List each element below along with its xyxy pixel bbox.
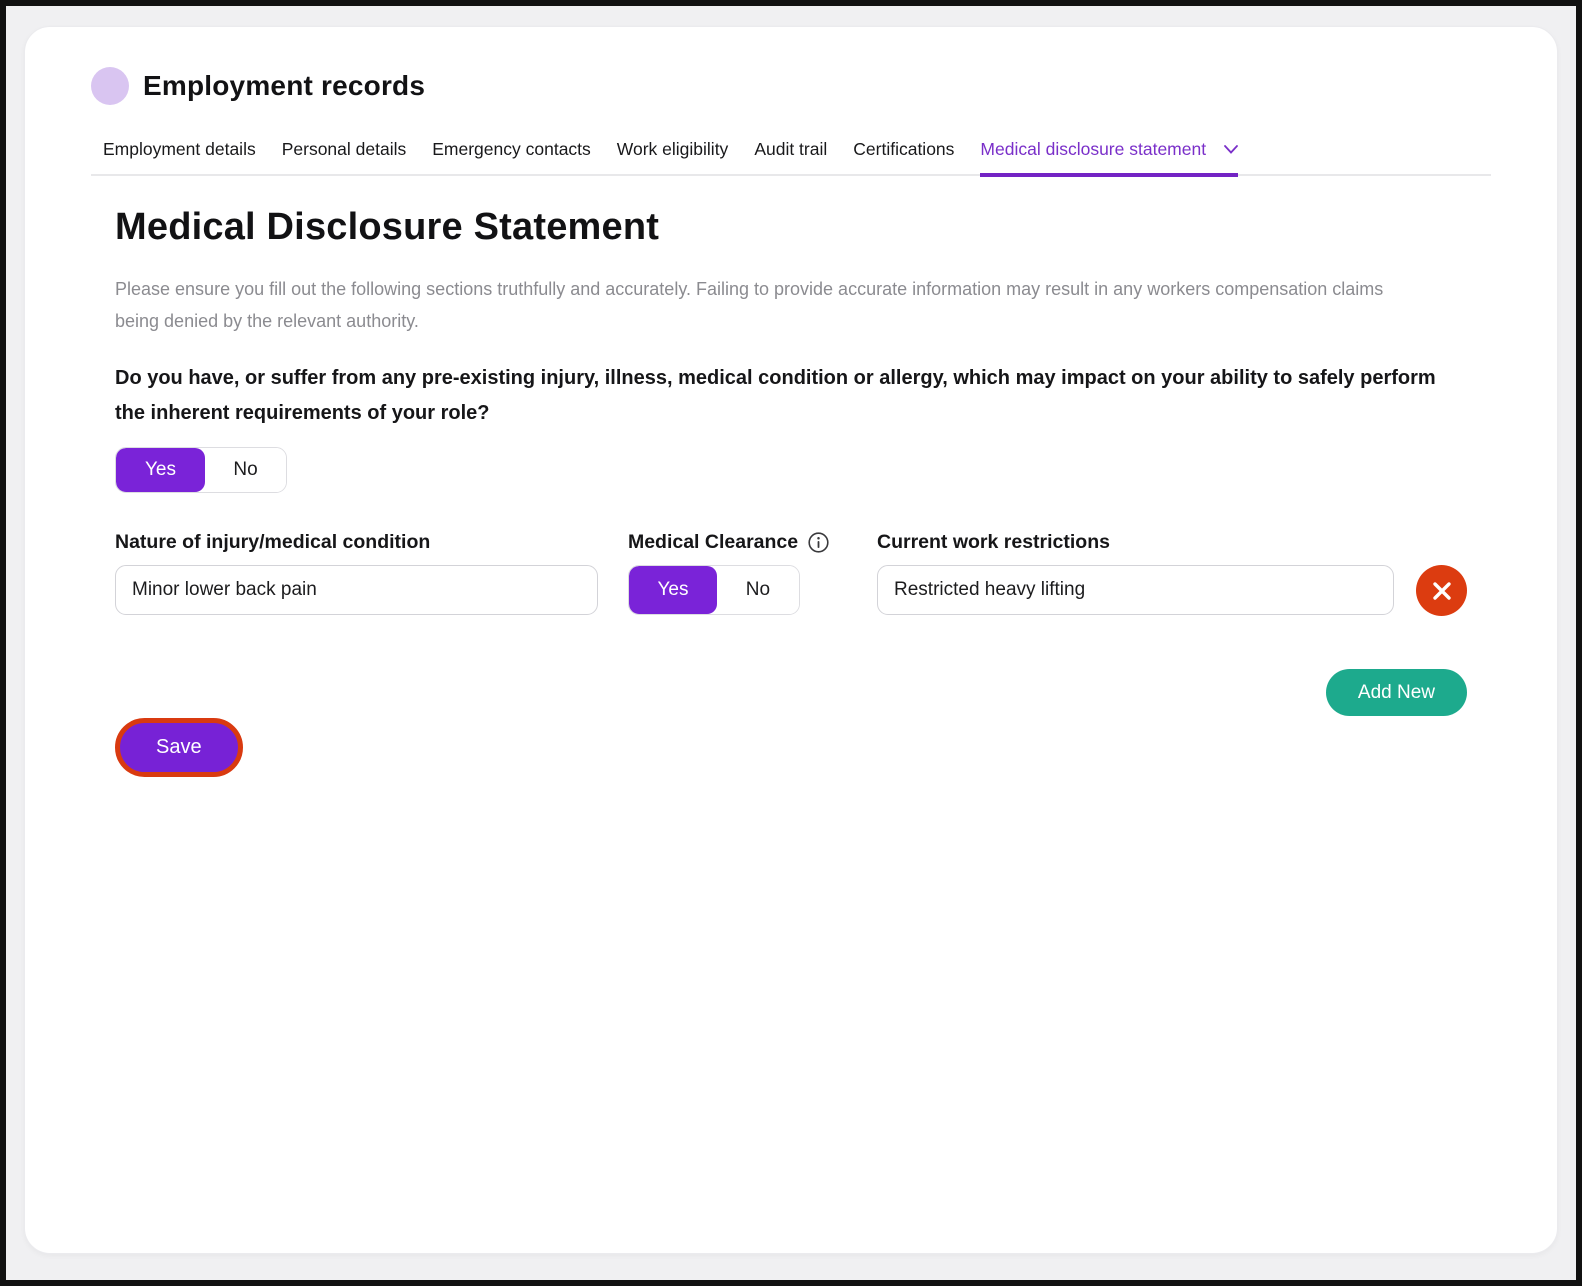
record-tabs: Employment details Personal details Emer… — [91, 139, 1491, 176]
info-icon[interactable] — [808, 532, 829, 553]
tab-medical-disclosure-label: Medical disclosure statement — [980, 139, 1206, 160]
work-restrictions-label: Current work restrictions — [877, 529, 1394, 555]
tab-employment-details[interactable]: Employment details — [103, 139, 256, 177]
card-title: Employment records — [143, 70, 425, 102]
card-header: Employment records — [91, 67, 1491, 105]
save-button[interactable]: Save — [115, 718, 243, 777]
nature-of-injury-label: Nature of injury/medical condition — [115, 529, 598, 555]
tab-work-eligibility[interactable]: Work eligibility — [617, 139, 729, 177]
condition-row: Nature of injury/medical condition Medic… — [115, 529, 1467, 616]
page-title: Medical Disclosure Statement — [91, 206, 1491, 249]
tab-emergency-contacts[interactable]: Emergency contacts — [432, 139, 591, 177]
tab-certifications[interactable]: Certifications — [853, 139, 954, 177]
work-restrictions-input[interactable] — [877, 565, 1394, 615]
remove-condition-button[interactable] — [1416, 565, 1467, 616]
employment-records-card: Employment records Employment details Pe… — [24, 26, 1558, 1254]
preexisting-yes-option[interactable]: Yes — [116, 448, 205, 492]
preexisting-no-option[interactable]: No — [205, 448, 286, 492]
add-new-button[interactable]: Add New — [1326, 669, 1467, 716]
medical-clearance-toggle: Yes No — [628, 565, 800, 615]
close-icon — [1431, 580, 1453, 602]
tab-audit-trail[interactable]: Audit trail — [754, 139, 827, 177]
app-window: Employment records Employment details Pe… — [0, 0, 1582, 1286]
tab-medical-disclosure-statement[interactable]: Medical disclosure statement — [980, 139, 1238, 177]
clearance-no-option[interactable]: No — [717, 566, 799, 614]
preexisting-condition-question: Do you have, or suffer from any pre-exis… — [115, 361, 1467, 431]
intro-text: Please ensure you fill out the following… — [115, 273, 1407, 337]
chevron-down-icon — [1224, 145, 1238, 154]
medical-clearance-label: Medical Clearance — [628, 531, 798, 554]
tab-personal-details[interactable]: Personal details — [282, 139, 407, 177]
employee-avatar — [91, 67, 129, 105]
nature-of-injury-input[interactable] — [115, 565, 598, 615]
preexisting-condition-toggle: Yes No — [115, 447, 287, 493]
clearance-yes-option[interactable]: Yes — [629, 566, 717, 614]
